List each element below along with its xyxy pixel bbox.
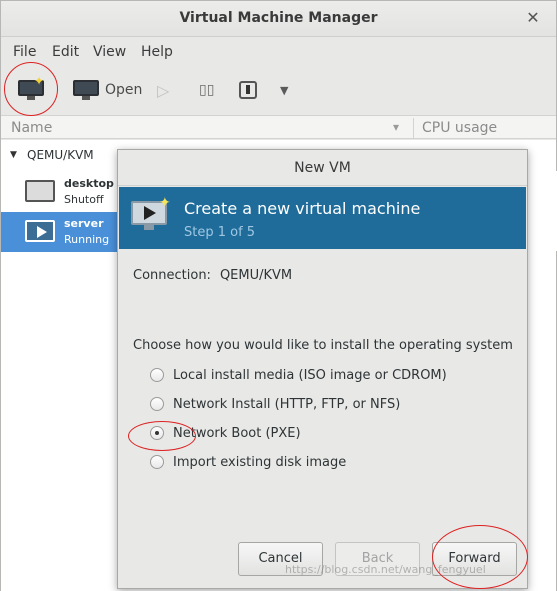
menu-edit[interactable]: Edit	[52, 44, 79, 60]
column-name[interactable]: Name	[11, 120, 52, 136]
annotation-circle	[128, 421, 196, 451]
connection-group[interactable]: QEMU/KVM	[27, 148, 94, 162]
toolbar: ✦ Open ▷ ▯▯ ▼	[1, 67, 556, 113]
vm-running-icon	[25, 220, 55, 242]
vm-status: Running	[64, 233, 110, 246]
connection-row: Connection: QEMU/KVM	[133, 268, 292, 283]
install-question: Choose how you would like to install the…	[133, 338, 513, 353]
window-title: Virtual Machine Manager	[179, 10, 378, 26]
banner-title: Create a new virtual machine	[184, 199, 421, 218]
open-icon	[73, 80, 99, 100]
dialog-banner: ✦ Create a new virtual machine Step 1 of…	[119, 187, 526, 249]
radio-button[interactable]	[150, 455, 164, 469]
pause-button[interactable]: ▯▯	[199, 76, 214, 104]
menu-view[interactable]: View	[93, 44, 126, 60]
vm-name: server	[64, 217, 104, 230]
list-header: Name ▾ CPU usage	[1, 115, 556, 139]
shutdown-button[interactable]	[239, 76, 257, 104]
connection-value: QEMU/KVM	[219, 268, 293, 283]
cpu-graph-area	[529, 171, 557, 251]
option-network-install[interactable]: Network Install (HTTP, FTP, or NFS)	[150, 394, 400, 414]
new-vm-dialog: New VM ✦ Create a new virtual machine St…	[117, 149, 528, 589]
shutdown-icon	[239, 81, 257, 99]
title-bar: Virtual Machine Manager ✕	[1, 1, 556, 37]
menu-bar: File Edit View Help	[1, 39, 556, 65]
open-button[interactable]: Open	[73, 76, 142, 104]
vm-status: Shutoff	[64, 193, 104, 206]
option-label: Network Install (HTTP, FTP, or NFS)	[173, 396, 401, 412]
vm-row-server[interactable]: server Running	[1, 212, 119, 252]
annotation-circle	[4, 62, 58, 116]
run-icon: ▷	[157, 80, 170, 100]
dialog-title: New VM	[118, 150, 527, 186]
option-label: Local install media (ISO image or CDROM)	[173, 367, 447, 383]
menu-help[interactable]: Help	[141, 44, 173, 60]
column-cpu-usage[interactable]: CPU usage	[422, 120, 497, 136]
sort-arrow-icon: ▾	[393, 120, 400, 134]
run-button[interactable]: ▷	[157, 76, 169, 104]
radio-button[interactable]	[150, 397, 164, 411]
radio-button[interactable]	[150, 368, 164, 382]
dropdown-icon: ▼	[280, 83, 289, 97]
vm-name: desktop	[64, 177, 114, 190]
option-import-disk[interactable]: Import existing disk image	[150, 452, 346, 472]
banner-step: Step 1 of 5	[184, 225, 256, 240]
shutdown-dropdown[interactable]: ▼	[280, 76, 288, 104]
pause-icon: ▯▯	[199, 82, 215, 98]
vm-row-desktop[interactable]: desktop Shutoff	[1, 172, 119, 212]
menu-file[interactable]: File	[13, 44, 36, 60]
expander-icon[interactable]: ▼	[10, 150, 17, 160]
connection-label: Connection:	[133, 268, 211, 283]
option-local-media[interactable]: Local install media (ISO image or CDROM)	[150, 365, 447, 385]
open-label: Open	[105, 82, 143, 98]
close-icon[interactable]: ✕	[524, 9, 542, 27]
vm-shutoff-icon	[25, 180, 55, 202]
annotation-circle	[432, 525, 528, 589]
watermark: https://blog.csdn.net/wang_fengyuel	[285, 563, 486, 576]
option-label: Import existing disk image	[173, 454, 347, 470]
star-icon: ✦	[159, 195, 171, 211]
